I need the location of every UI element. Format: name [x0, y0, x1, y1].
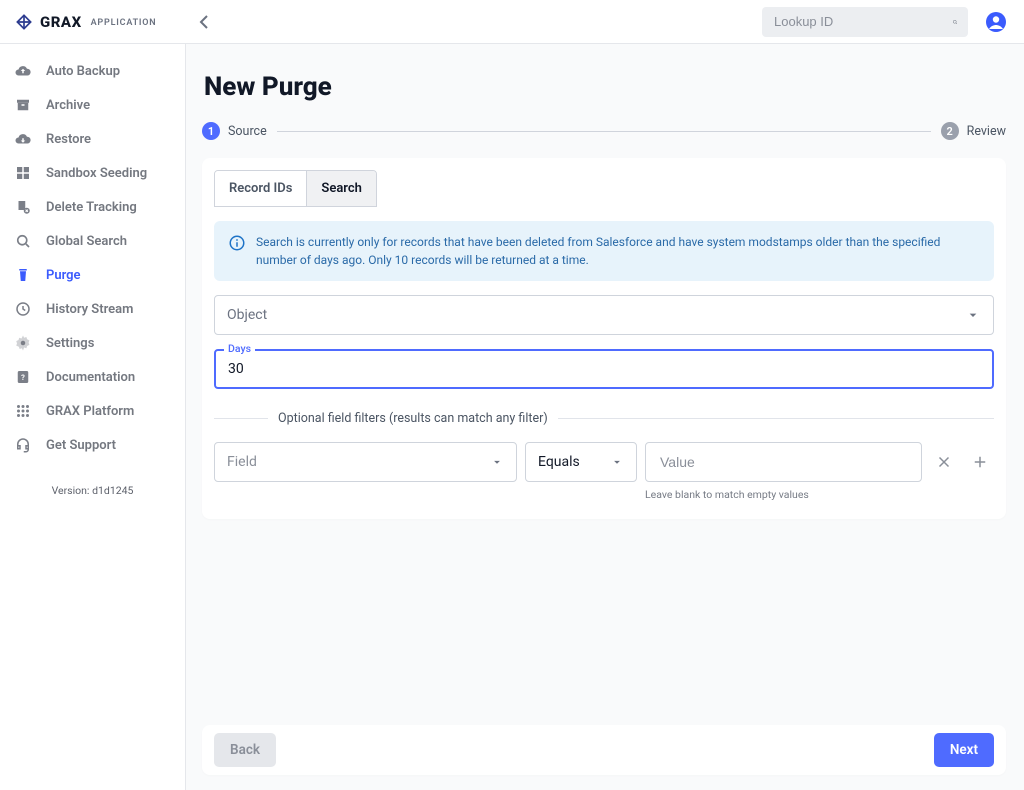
search-icon: [952, 13, 958, 31]
sidebar: Auto Backup Archive Restore Sandbox Seed…: [0, 44, 186, 790]
sidebar-item-grax-platform[interactable]: GRAX Platform: [0, 394, 185, 428]
sidebar-menu: Auto Backup Archive Restore Sandbox Seed…: [0, 44, 185, 462]
sidebar-item-label: Documentation: [46, 370, 135, 385]
chevron-left-icon: [192, 10, 216, 34]
step-label: Review: [967, 124, 1006, 139]
svg-text:?: ?: [21, 373, 25, 382]
sidebar-item-label: Delete Tracking: [46, 200, 137, 215]
caret-down-icon: [490, 455, 504, 469]
help-icon: ?: [14, 368, 32, 386]
sidebar-item-label: Settings: [46, 336, 94, 351]
sidebar-item-settings[interactable]: Settings: [0, 326, 185, 360]
filter-field-placeholder: Field: [227, 454, 257, 470]
headset-icon: [14, 436, 32, 454]
caret-down-icon: [965, 307, 981, 323]
filter-field-select[interactable]: Field: [214, 442, 517, 482]
sidebar-item-label: Archive: [46, 98, 90, 113]
sidebar-item-get-support[interactable]: Get Support: [0, 428, 185, 462]
info-banner: Search is currently only for records tha…: [214, 221, 994, 281]
lookup-field[interactable]: [762, 7, 968, 37]
lookup-input[interactable]: [772, 13, 952, 30]
sidebar-item-history-stream[interactable]: History Stream: [0, 292, 185, 326]
filters-divider: Optional field filters (results can matc…: [214, 411, 994, 426]
gear-icon: [14, 334, 32, 352]
account-button[interactable]: [982, 8, 1010, 36]
days-label: Days: [224, 342, 255, 355]
sidebar-item-label: GRAX Platform: [46, 404, 134, 419]
info-text: Search is currently only for records tha…: [256, 233, 980, 269]
plus-icon: [971, 453, 989, 471]
filter-value-input[interactable]: [658, 453, 909, 471]
cloud-down-icon: [14, 130, 32, 148]
filter-operator-value: Equals: [538, 454, 580, 470]
trash-icon: [14, 266, 32, 284]
grax-logo-icon: [14, 12, 34, 32]
object-placeholder: Object: [227, 307, 267, 323]
sidebar-item-global-search[interactable]: Global Search: [0, 224, 185, 258]
step-number: 1: [202, 122, 220, 140]
sidebar-item-label: Global Search: [46, 234, 127, 249]
seeding-icon: [14, 164, 32, 182]
step-label: Source: [228, 124, 267, 139]
filter-operator-select[interactable]: Equals: [525, 442, 637, 482]
add-filter-button[interactable]: [966, 442, 994, 482]
sidebar-item-label: Purge: [46, 268, 81, 283]
page-title: New Purge: [204, 72, 1006, 102]
stepper: 1 Source 2 Review: [202, 122, 1006, 140]
grid-icon: [14, 402, 32, 420]
sidebar-item-archive[interactable]: Archive: [0, 88, 185, 122]
close-icon: [935, 453, 953, 471]
tab-search[interactable]: Search: [306, 171, 376, 206]
main-content: New Purge 1 Source 2 Review Record IDs S…: [186, 44, 1024, 790]
account-circle-icon: [984, 10, 1008, 34]
archive-box-icon: [14, 96, 32, 114]
sidebar-item-documentation[interactable]: ? Documentation: [0, 360, 185, 394]
cloud-up-icon: [14, 62, 32, 80]
days-value: 30: [228, 361, 244, 377]
sidebar-item-label: Sandbox Seeding: [46, 166, 147, 181]
filter-helper: Leave blank to match empty values: [645, 488, 922, 501]
info-icon: [228, 234, 246, 252]
sidebar-item-label: Restore: [46, 132, 91, 147]
filters-heading: Optional field filters (results can matc…: [268, 411, 558, 426]
brand: GRAX APPLICATION: [14, 12, 156, 32]
filter-row: Field Equals Leave blank to match empty …: [214, 442, 994, 501]
sidebar-item-sandbox-seeding[interactable]: Sandbox Seeding: [0, 156, 185, 190]
days-field[interactable]: Days 30: [214, 349, 994, 389]
brand-sub: APPLICATION: [91, 18, 157, 28]
sidebar-item-delete-tracking[interactable]: Delete Tracking: [0, 190, 185, 224]
sidebar-item-label: Auto Backup: [46, 64, 120, 79]
stepper-line: [277, 131, 931, 132]
delete-track-icon: [14, 198, 32, 216]
sidebar-item-restore[interactable]: Restore: [0, 122, 185, 156]
next-button[interactable]: Next: [934, 733, 994, 767]
wizard-footer: Back Next: [202, 725, 1006, 775]
collapse-sidebar-button[interactable]: [192, 10, 216, 34]
tab-record-ids[interactable]: Record IDs: [215, 171, 306, 206]
step-review[interactable]: 2 Review: [941, 122, 1006, 140]
search-icon: [14, 232, 32, 250]
top-bar: GRAX APPLICATION: [0, 0, 1024, 44]
sidebar-item-label: Get Support: [46, 438, 116, 453]
step-number: 2: [941, 122, 959, 140]
sidebar-item-label: History Stream: [46, 302, 133, 317]
back-button[interactable]: Back: [214, 733, 276, 767]
remove-filter-button[interactable]: [930, 442, 958, 482]
brand-name: GRAX: [40, 13, 82, 31]
tabs: Record IDs Search: [214, 170, 377, 207]
object-field[interactable]: Object: [214, 295, 994, 335]
version-text: Version: d1d1245: [0, 484, 185, 497]
sidebar-item-auto-backup[interactable]: Auto Backup: [0, 54, 185, 88]
filter-value-input-wrap[interactable]: [645, 442, 922, 482]
caret-down-icon: [610, 455, 624, 469]
step-source[interactable]: 1 Source: [202, 122, 267, 140]
sidebar-item-purge[interactable]: Purge: [0, 258, 185, 292]
history-icon: [14, 300, 32, 318]
source-card: Record IDs Search Search is currently on…: [202, 158, 1006, 519]
